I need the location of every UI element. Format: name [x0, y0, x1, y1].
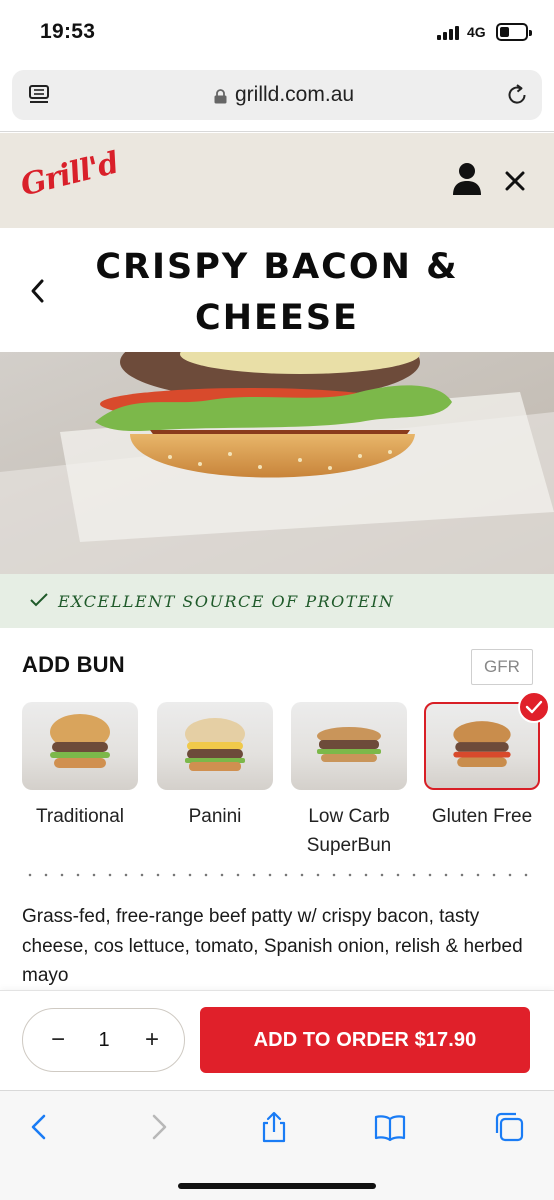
close-icon[interactable] — [504, 170, 526, 192]
home-indicator — [178, 1183, 376, 1189]
back-chevron-icon[interactable] — [28, 278, 48, 304]
reader-icon[interactable] — [28, 84, 50, 106]
url-text[interactable]: grilld.com.au — [235, 83, 354, 107]
bun-option-panini[interactable]: Panini — [157, 702, 273, 831]
bun-thumbnail[interactable] — [22, 702, 138, 790]
safari-back-icon[interactable] — [24, 1111, 56, 1143]
safari-forward-icon[interactable] — [142, 1111, 174, 1143]
battery-icon — [496, 23, 532, 41]
bun-option-label: Low Carb SuperBun — [306, 806, 392, 856]
bun-option-label: Gluten Free — [431, 806, 533, 827]
increase-quantity-button[interactable]: + — [139, 1026, 165, 1054]
site-header: Grill'd — [0, 133, 554, 228]
product-image — [0, 352, 554, 574]
bun-option-gluten-free[interactable]: Gluten Free — [424, 702, 540, 831]
protein-banner: Excellent Source of Protein — [0, 574, 554, 628]
share-icon[interactable] — [258, 1111, 290, 1143]
decrease-quantity-button[interactable]: − — [45, 1026, 71, 1054]
lock-icon — [214, 89, 227, 104]
dotted-divider — [22, 873, 534, 877]
quantity-stepper[interactable]: − 1 + — [22, 1008, 185, 1072]
bookmarks-icon[interactable] — [374, 1111, 406, 1143]
brand-logo[interactable]: Grill'd — [17, 146, 121, 204]
add-to-order-button[interactable]: ADD TO ORDER $17.90 — [200, 1007, 530, 1073]
add-bun-heading: ADD BUN — [22, 652, 125, 677]
bun-option-traditional[interactable]: Traditional — [22, 702, 138, 831]
address-bar[interactable]: grilld.com.au — [12, 70, 542, 120]
product-title-bar: CRISPY BACON & CHEESE — [0, 228, 554, 352]
browser-address-area: grilld.com.au — [0, 64, 554, 132]
quantity-value: 1 — [98, 1029, 110, 1051]
bun-thumbnail[interactable] — [157, 702, 273, 790]
gfr-badge: GFR — [471, 649, 533, 685]
bun-option-label: Traditional — [35, 806, 124, 827]
network-type: 4G — [467, 24, 486, 40]
order-bar: − 1 + ADD TO ORDER $17.90 — [0, 990, 554, 1090]
bun-option-low-carb-superbun[interactable]: Low Carb SuperBun — [291, 702, 407, 860]
user-icon[interactable] — [452, 162, 482, 196]
tabs-icon[interactable] — [493, 1111, 525, 1143]
status-time: 19:53 — [40, 20, 96, 43]
selected-check-icon — [518, 691, 550, 723]
signal-icon — [437, 26, 461, 40]
check-icon — [30, 593, 48, 607]
bun-thumbnail[interactable] — [291, 702, 407, 790]
product-description: Grass-fed, free-range beef patty w/ cris… — [22, 906, 523, 986]
product-title: CRISPY BACON & CHEESE — [95, 247, 459, 338]
status-bar: 19:53 4G — [0, 0, 554, 64]
reload-icon[interactable] — [504, 82, 530, 108]
bun-option-label: Panini — [188, 806, 242, 827]
protein-note: Excellent Source of Protein — [58, 592, 395, 611]
